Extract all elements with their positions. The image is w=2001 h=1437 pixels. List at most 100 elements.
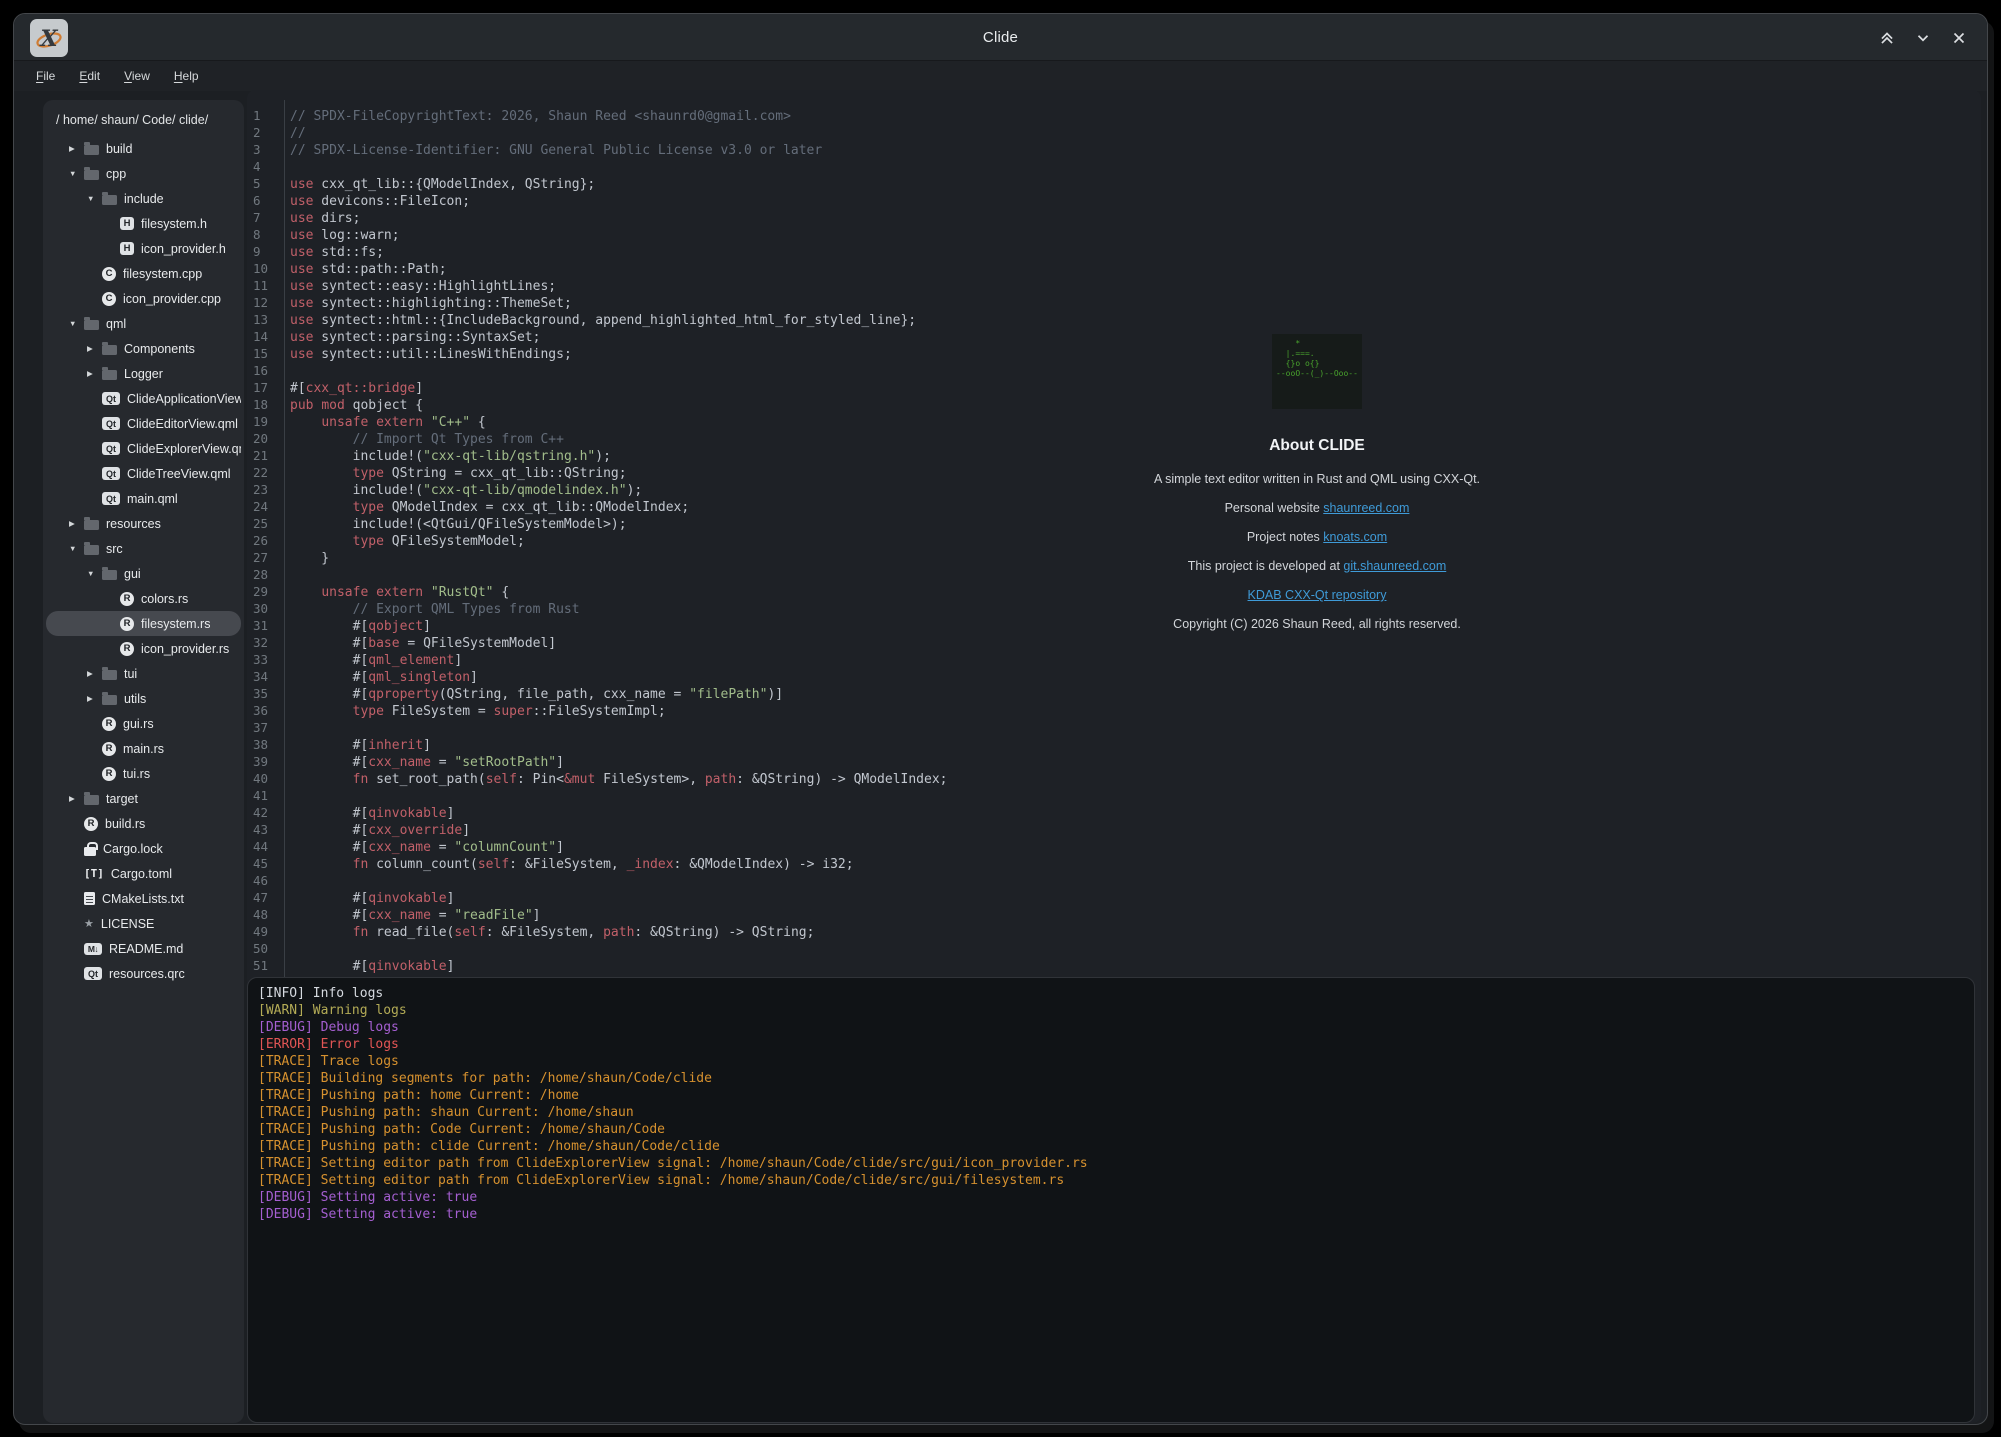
- chevron-down-icon[interactable]: ▼: [69, 544, 84, 553]
- menu-edit[interactable]: Edit: [73, 66, 106, 86]
- tree-item-qml[interactable]: ▼qml: [46, 311, 241, 336]
- tree-item-label: filesystem.rs: [141, 617, 210, 631]
- tree-item-include[interactable]: ▼include: [46, 186, 241, 211]
- line-number: 46: [247, 872, 277, 889]
- tree-item-main-rs[interactable]: Rmain.rs: [46, 736, 241, 761]
- chevron-right-icon[interactable]: ▶: [69, 144, 84, 153]
- line-number: 5: [247, 175, 277, 192]
- tree-item-filesystem-rs[interactable]: Rfilesystem.rs: [46, 611, 241, 636]
- tree-item-build-rs[interactable]: Rbuild.rs: [46, 811, 241, 836]
- code-text: use syntect::highlighting::ThemeSet;: [277, 296, 572, 311]
- tree-item-clideapplicationview-qml[interactable]: QtClideApplicationView.qml: [46, 386, 241, 411]
- chevron-right-icon[interactable]: ▶: [87, 694, 102, 703]
- line-number: 31: [247, 617, 277, 634]
- tree-item-icon-provider-h[interactable]: Hicon_provider.h: [46, 236, 241, 261]
- code-text: fn column_count(self: &FileSystem, _inde…: [277, 857, 854, 872]
- tree-item-gui[interactable]: ▼gui: [46, 561, 241, 586]
- log-line-trace: [TRACE] Pushing path: home Current: /hom…: [258, 1087, 1964, 1104]
- code-text: #[cxx_name = "readFile"]: [277, 908, 541, 923]
- license-star-icon: ★: [84, 917, 94, 930]
- tree-item-build[interactable]: ▶build: [46, 136, 241, 161]
- close-button[interactable]: [1949, 28, 1969, 48]
- line-number: 9: [247, 243, 277, 260]
- code-text: type QModelIndex = cxx_qt_lib::QModelInd…: [277, 500, 689, 515]
- tree-item-target[interactable]: ▶target: [46, 786, 241, 811]
- tree-item-cpp[interactable]: ▼ cpp: [46, 161, 241, 186]
- tree-item-icon-provider-rs[interactable]: Ricon_provider.rs: [46, 636, 241, 661]
- folder-icon: [84, 520, 99, 530]
- rust-file-icon: R: [84, 817, 98, 831]
- tree-item-cargo-toml[interactable]: [T]Cargo.toml: [46, 861, 241, 886]
- line-number: 49: [247, 923, 277, 940]
- tree-item-colors-rs[interactable]: Rcolors.rs: [46, 586, 241, 611]
- code-line: 4: [247, 158, 1981, 175]
- tree-item-clideeditorview-qml[interactable]: QtClideEditorView.qml: [46, 411, 241, 436]
- line-number: 44: [247, 838, 277, 855]
- code-text: [277, 568, 290, 583]
- about-line: Project notes knoats.com: [1067, 531, 1567, 544]
- chevron-right-icon[interactable]: ▶: [69, 519, 84, 528]
- tree-item-filesystem-h[interactable]: Hfilesystem.h: [46, 211, 241, 236]
- chevron-right-icon[interactable]: ▶: [69, 794, 84, 803]
- menu-view[interactable]: View: [118, 66, 156, 86]
- chevron-down-icon[interactable]: ▼: [87, 569, 102, 578]
- tree-item-filesystem-cpp[interactable]: Cfilesystem.cpp: [46, 261, 241, 286]
- tree-item-icon-provider-cpp[interactable]: Cicon_provider.cpp: [46, 286, 241, 311]
- tree-item-components[interactable]: ▶Components: [46, 336, 241, 361]
- tree-item-readme-md[interactable]: M↓README.md: [46, 936, 241, 961]
- code-line: 37: [247, 719, 1981, 736]
- code-line: 43 #[cxx_override]: [247, 821, 1981, 838]
- tree-item-utils[interactable]: ▶utils: [46, 686, 241, 711]
- line-number: 33: [247, 651, 277, 668]
- folder-icon: [102, 570, 117, 580]
- tree-item-gui-rs[interactable]: Rgui.rs: [46, 711, 241, 736]
- tree-item-clideexplorerview-qml[interactable]: QtClideExplorerView.qml: [46, 436, 241, 461]
- tree-item-label: ClideApplicationView.qml: [127, 392, 241, 406]
- tree-item-resources-qrc[interactable]: Qtresources.qrc: [46, 961, 241, 986]
- link-kdab-cxx-qt-repository[interactable]: KDAB CXX-Qt repository: [1248, 588, 1387, 602]
- tree-item-resources[interactable]: ▶ resources: [46, 511, 241, 536]
- line-number: 40: [247, 770, 277, 787]
- tree-item-cmakelists-txt[interactable]: CMakeLists.txt: [46, 886, 241, 911]
- minimize-button[interactable]: [1913, 28, 1933, 48]
- code-line: 11use syntect::easy::HighlightLines;: [247, 277, 1981, 294]
- tree-item-src[interactable]: ▼src: [46, 536, 241, 561]
- link-git-shaunreed-com[interactable]: git.shaunreed.com: [1343, 559, 1446, 573]
- chevron-right-icon[interactable]: ▶: [87, 369, 102, 378]
- tree-item-label: ClideExplorerView.qml: [127, 442, 241, 456]
- tree-item-license[interactable]: ★LICENSE: [46, 911, 241, 936]
- code-text: pub mod qobject {: [277, 398, 423, 413]
- tree-item-tui-rs[interactable]: Rtui.rs: [46, 761, 241, 786]
- about-line: A simple text editor written in Rust and…: [1067, 473, 1567, 486]
- about-title: About CLIDE: [1067, 437, 1567, 455]
- tree-item-label: ClideEditorView.qml: [127, 417, 238, 431]
- tree-item-clidetreeview-qml[interactable]: QtClideTreeView.qml: [46, 461, 241, 486]
- link-knoats-com[interactable]: knoats.com: [1323, 530, 1387, 544]
- chevron-down-icon[interactable]: ▼: [69, 319, 84, 328]
- shade-button[interactable]: [1877, 28, 1897, 48]
- tree-item-main-qml[interactable]: Qtmain.qml: [46, 486, 241, 511]
- code-line: 8use log::warn;: [247, 226, 1981, 243]
- log-console[interactable]: [INFO] Info logs[WARN] Warning logs[DEBU…: [247, 977, 1975, 1423]
- tree-item-label: resources: [106, 517, 161, 531]
- menu-file[interactable]: File: [30, 66, 61, 86]
- tree-item-cargo-lock[interactable]: Cargo.lock: [46, 836, 241, 861]
- line-number: 51: [247, 957, 277, 974]
- chevron-down-icon[interactable]: ▼: [69, 169, 84, 178]
- code-line: 32 #[base = QFileSystemModel]: [247, 634, 1981, 651]
- chevron-down-icon[interactable]: ▼: [87, 194, 102, 203]
- menu-help[interactable]: Help: [168, 66, 205, 86]
- tree-item-label: cpp: [106, 167, 126, 181]
- chevron-right-icon[interactable]: ▶: [87, 669, 102, 678]
- chevron-right-icon[interactable]: ▶: [87, 344, 102, 353]
- code-line: 34 #[qml_singleton]: [247, 668, 1981, 685]
- tree-item-label: README.md: [109, 942, 183, 956]
- tree-item-logger[interactable]: ▶Logger: [46, 361, 241, 386]
- file-explorer-sidebar[interactable]: / home/ shaun/ Code/ clide/ ▶build▼cpp▼i…: [43, 100, 244, 1423]
- app-window: X Clide .wcontrols{position:absolute;rig: [13, 13, 1988, 1425]
- about-panel: * |.===. {}o o{} --ooO--(_)--Ooo-- About…: [1067, 334, 1567, 631]
- line-number: 22: [247, 464, 277, 481]
- about-text: Copyright (C) 2026 Shaun Reed, all right…: [1173, 617, 1461, 631]
- tree-item-tui[interactable]: ▶tui: [46, 661, 241, 686]
- link-shaunreed-com[interactable]: shaunreed.com: [1323, 501, 1409, 515]
